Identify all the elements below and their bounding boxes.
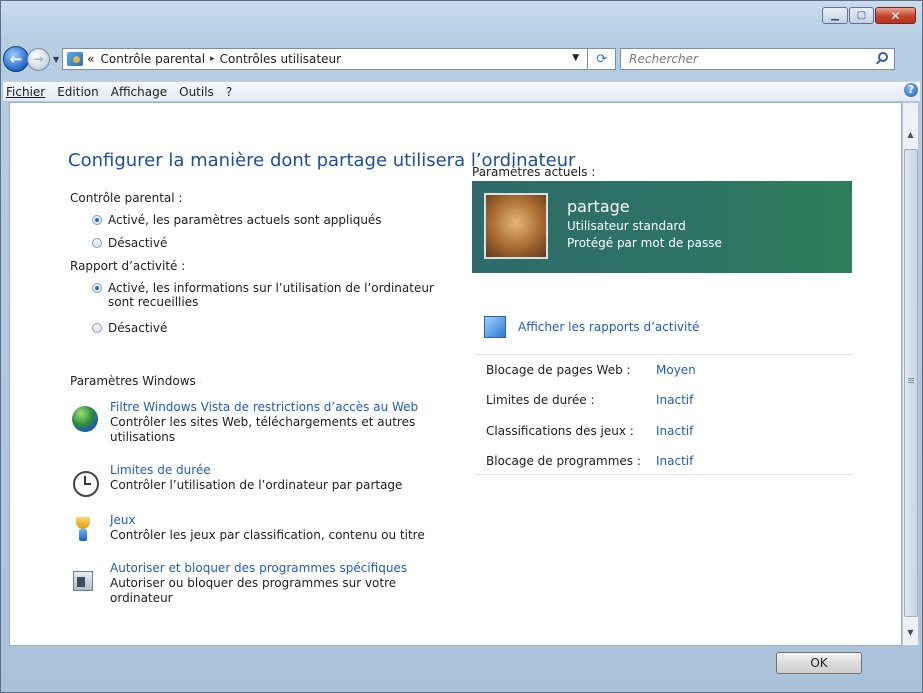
radio-rapport-desactive-label: Désactivé (108, 321, 168, 335)
radio-controle-desactive-label: Désactivé (108, 236, 168, 250)
task-jeux-link[interactable]: Jeux (110, 513, 425, 528)
rapport-activite-label: Rapport d’activité : (70, 259, 186, 273)
radio-selected-icon (92, 283, 102, 293)
program-icon (70, 561, 104, 595)
radio-rapport-active[interactable]: Activé, les informations sur l’utilisati… (92, 281, 462, 309)
summary-label-blocage-programmes: Blocage de programmes : (486, 454, 641, 468)
menu-edition-label: Edition (57, 84, 99, 99)
breadcrumb-dropdown-icon[interactable]: ▼ (572, 53, 579, 63)
summary-value-blocage-programmes[interactable]: Inactif (656, 454, 693, 468)
main-content: Configurer la manière dont partage utili… (9, 102, 902, 646)
menu-help[interactable]: ? (226, 85, 232, 99)
control-panel-icon (67, 52, 84, 66)
help-icon[interactable]: ? (904, 83, 918, 97)
menu-help-label: ? (225, 84, 233, 99)
vertical-scrollbar[interactable]: ? ▲ ▼ (902, 83, 919, 646)
scroll-down-icon[interactable]: ▼ (903, 625, 918, 641)
breadcrumb-separator-icon[interactable]: ▸ (210, 54, 215, 64)
report-icon (484, 316, 506, 338)
breadcrumb[interactable]: « Contrôle parental ▸ Contrôles utilisat… (62, 48, 589, 70)
user-password-status: Protégé par mot de passe (567, 236, 722, 250)
summary-value-classifications[interactable]: Inactif (656, 424, 693, 438)
summary-label-classifications: Classifications des jeux : (486, 424, 634, 438)
menu-outils[interactable]: Outils (179, 85, 214, 99)
user-name: partage (567, 197, 630, 216)
rapport-activite-row: Afficher les rapports d’activité (484, 316, 699, 338)
task-programmes-desc: Autoriser ou bloquer des programmes sur … (110, 576, 397, 605)
task-programmes: Autoriser et bloquer des programmes spéc… (70, 561, 410, 606)
summary-label-blocage-web: Blocage de pages Web : (486, 363, 631, 377)
scroll-thumb[interactable] (904, 149, 918, 617)
back-button[interactable]: ← (3, 46, 29, 72)
task-limites-duree-desc: Contrôler l’utilisation de l’ordinateur … (110, 478, 403, 492)
afficher-rapports-link[interactable]: Afficher les rapports d’activité (518, 320, 699, 334)
globe-icon (70, 400, 104, 434)
close-button[interactable]: ✕ (875, 7, 916, 24)
radio-unselected-icon (92, 323, 102, 333)
stopwatch-icon (70, 463, 104, 497)
controle-parental-label: Contrôle parental : (70, 191, 183, 205)
maximize-icon: ▢ (856, 10, 867, 21)
summary-value-blocage-web[interactable]: Moyen (656, 363, 696, 377)
close-icon: ✕ (890, 8, 901, 23)
window-controls: ▁ ▢ ✕ (821, 7, 916, 24)
history-dropdown-icon[interactable]: ▼ (53, 55, 59, 64)
parametres-windows-label: Paramètres Windows (70, 374, 196, 388)
maximize-button[interactable]: ▢ (849, 7, 874, 24)
user-role: Utilisateur standard (567, 219, 686, 233)
parametres-windows-heading: Paramètres Windows (70, 374, 200, 388)
ok-button[interactable]: OK (776, 652, 862, 674)
task-limites-duree-link[interactable]: Limites de durée (110, 463, 402, 478)
user-panel: partage Utilisateur standard Protégé par… (472, 181, 852, 273)
window: ▁ ▢ ✕ ← → ▼ « Contrôle parental ▸ Contrô… (0, 0, 923, 693)
radio-rapport-active-label: Activé, les informations sur l’utilisati… (108, 281, 434, 309)
avatar (484, 193, 548, 259)
summary-value-limites-duree[interactable]: Inactif (656, 393, 693, 407)
menu-fichier-label: Fichier (6, 84, 46, 99)
trophy-icon (70, 513, 104, 547)
refresh-button[interactable]: ⟳ (588, 48, 617, 70)
radio-controle-active[interactable]: Activé, les paramètres actuels sont appl… (92, 213, 382, 227)
radio-unselected-icon (92, 238, 102, 248)
summary-divider (475, 354, 853, 355)
scroll-up-icon[interactable]: ▲ (903, 127, 918, 143)
forward-button[interactable]: → (27, 47, 50, 71)
search-icon[interactable] (878, 52, 889, 62)
menu-fichier[interactable]: Fichier (6, 85, 45, 99)
menu-bar: Fichier Edition Affichage Outils ? (3, 81, 920, 102)
search-input[interactable]: Rechercher (620, 48, 896, 70)
minimize-icon: ▁ (831, 10, 839, 21)
task-filtre-web-desc: Contrôler les sites Web, téléchargements… (110, 415, 416, 444)
radio-controle-active-label: Activé, les paramètres actuels sont appl… (108, 213, 382, 227)
breadcrumb-item-controles-utilisateur[interactable]: Contrôles utilisateur (220, 52, 341, 66)
radio-controle-desactive[interactable]: Désactivé (92, 236, 167, 250)
refresh-icon: ⟳ (596, 51, 608, 67)
task-filtre-web-link[interactable]: Filtre Windows Vista de restrictions d’a… (110, 400, 430, 415)
parametres-actuels-label: Paramètres actuels : (472, 165, 596, 179)
breadcrumb-item-controle-parental[interactable]: Contrôle parental (101, 52, 206, 66)
breadcrumb-prefix[interactable]: « (87, 52, 94, 66)
task-programmes-link[interactable]: Autoriser et bloquer des programmes spéc… (110, 561, 410, 576)
summary-label-limites-duree: Limites de durée : (486, 393, 595, 407)
minimize-button[interactable]: ▁ (822, 7, 848, 24)
search-placeholder: Rechercher (629, 52, 698, 66)
task-filtre-web: Filtre Windows Vista de restrictions d’a… (70, 400, 430, 445)
radio-selected-icon (92, 215, 102, 225)
radio-rapport-desactive[interactable]: Désactivé (92, 321, 167, 335)
summary-divider (475, 474, 853, 475)
back-arrow-icon: ← (9, 50, 23, 68)
task-jeux: Jeux Contrôler les jeux par classificati… (70, 513, 425, 547)
task-jeux-desc: Contrôler les jeux par classification, c… (110, 528, 425, 542)
forward-arrow-icon: → (33, 52, 44, 66)
menu-affichage[interactable]: Affichage (111, 85, 167, 99)
menu-outils-label: Outils (179, 84, 214, 99)
menu-affichage-label: Affichage (110, 84, 168, 99)
task-limites-duree: Limites de durée Contrôler l’utilisation… (70, 463, 402, 497)
address-bar: ← → ▼ « Contrôle parental ▸ Contrôles ut… (3, 44, 920, 74)
menu-edition[interactable]: Edition (57, 85, 99, 99)
